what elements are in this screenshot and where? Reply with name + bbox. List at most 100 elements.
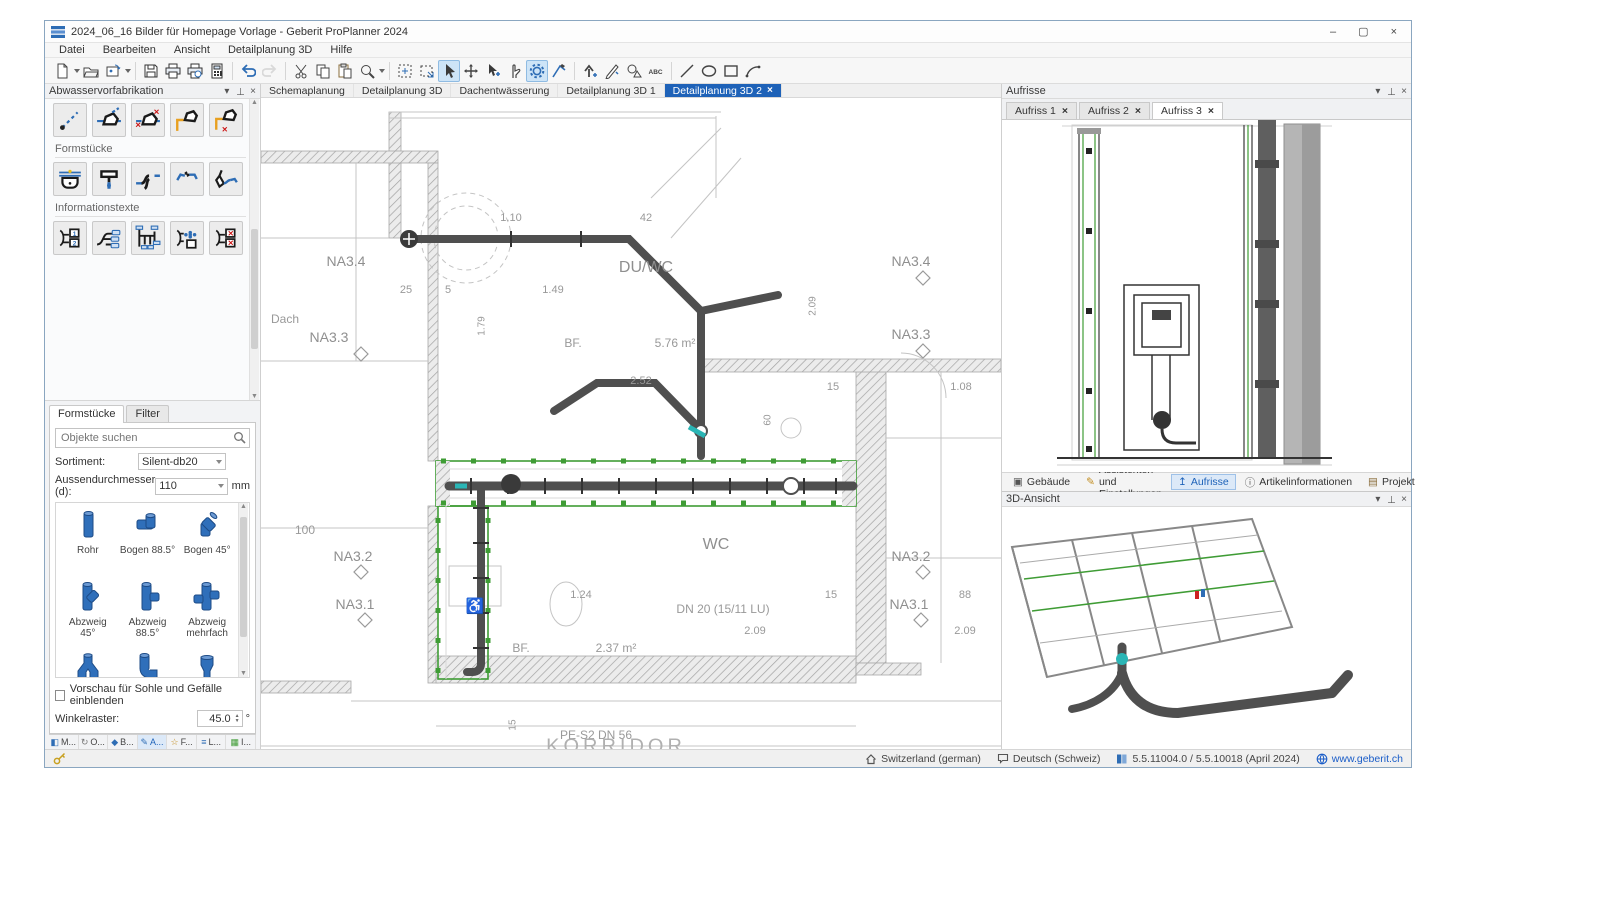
dock-tab-projekt[interactable]: ▤Projekt	[1361, 474, 1422, 490]
palette-tool-info-manifold[interactable]	[131, 221, 165, 255]
menu-item-detailplanung-3d[interactable]: Detailplanung 3D	[220, 44, 320, 56]
point-hand-button[interactable]	[504, 60, 526, 82]
pin-icon[interactable]: ⊣	[234, 87, 245, 96]
winkelraster-stepper[interactable]: 45.0 ▲▼	[197, 710, 243, 727]
save-button[interactable]	[140, 60, 162, 82]
print-preview-button[interactable]	[184, 60, 206, 82]
pin-icon[interactable]: ⊣	[1385, 495, 1396, 504]
aufriss-tab-aufriss-1[interactable]: Aufriss 1×	[1006, 102, 1077, 119]
search-input[interactable]	[55, 428, 250, 448]
panel-selector-tab-info-grid[interactable]: ▦I...	[226, 735, 256, 749]
panel-dropdown-icon[interactable]: ▾	[1375, 86, 1380, 97]
elevation-view[interactable]	[1002, 119, 1411, 472]
floor-plan[interactable]: 1.1042NA3.4DU/WCNA3.42551.491.79DachNA3.…	[261, 98, 1001, 749]
catalog-item-bogen-45-[interactable]: Bogen 45°	[177, 507, 237, 579]
panel-dropdown-icon[interactable]: ▾	[1375, 494, 1380, 505]
diameter-select[interactable]: 110	[155, 478, 227, 495]
copy-button[interactable]	[312, 60, 334, 82]
shapes-button[interactable]	[623, 60, 645, 82]
status-language[interactable]: Deutsch (Schweiz)	[997, 753, 1101, 765]
catalog-item-abzweig-88-5-[interactable]: Abzweig 88.5°	[118, 579, 178, 651]
open-folder-button[interactable]	[80, 60, 102, 82]
catalog-item-schachtbogenabzweig[interactable]: Schachtbogenabzweig	[118, 651, 178, 678]
text-abc-button[interactable]: ABC	[645, 60, 667, 82]
catalog-item-abzweig-mehrfach[interactable]: Abzweig mehrfach	[177, 579, 237, 651]
arrow-plus-button[interactable]	[579, 60, 601, 82]
palette-scrollbar[interactable]: ▲▼	[249, 99, 259, 400]
palette-tool-connector[interactable]	[170, 162, 204, 196]
preview-checkbox[interactable]	[55, 690, 65, 701]
panel-selector-tab-objects[interactable]: ↻O...	[79, 735, 109, 749]
palette-tool-info-removed[interactable]: ✕✕	[209, 221, 243, 255]
pin-icon[interactable]: ⊣	[1385, 87, 1396, 96]
zoom-button[interactable]	[356, 60, 378, 82]
draw-ellipse-button[interactable]	[698, 60, 720, 82]
spin-down-icon[interactable]: ▼	[235, 719, 240, 724]
catalog-item-abzweig-45-[interactable]: Abzweig 45°	[58, 579, 118, 651]
status-link[interactable]: www.geberit.ch	[1316, 753, 1403, 765]
print-button[interactable]	[162, 60, 184, 82]
palette-tool-fab-unit[interactable]	[92, 103, 126, 137]
cut-button[interactable]	[290, 60, 312, 82]
palette-tool-trap[interactable]	[53, 162, 87, 196]
panel-close-icon[interactable]: ×	[1401, 86, 1407, 97]
panel-selector-tab-layers[interactable]: ≡L...	[197, 735, 227, 749]
view3d-viewport[interactable]	[1002, 507, 1411, 749]
panel-close-icon[interactable]: ×	[250, 86, 256, 97]
canvas-tab-schemaplanung[interactable]: Schemaplanung	[261, 84, 354, 97]
aufriss-tab-aufriss-3[interactable]: Aufriss 3×	[1152, 102, 1223, 119]
new-document-button[interactable]	[51, 60, 73, 82]
chevron-down-icon[interactable]	[379, 69, 385, 73]
panel-selector-tab-model[interactable]: ◧M...	[49, 735, 79, 749]
catalog-item-bogen-88-5-[interactable]: Bogen 88.5°	[118, 507, 178, 579]
canvas-tab-dachentwässerung[interactable]: Dachentwässerung	[451, 84, 558, 97]
menu-item-ansicht[interactable]: Ansicht	[166, 44, 218, 56]
zoom-extents-button[interactable]	[394, 60, 416, 82]
redo-button[interactable]	[259, 60, 281, 82]
import-image-button[interactable]	[102, 60, 124, 82]
select-query-button[interactable]	[482, 60, 504, 82]
dock-tab-artikelinformationen[interactable]: ⓘArtikelinformationen	[1238, 473, 1359, 492]
palette-tool-fab-unit-x[interactable]: ✕✕	[131, 103, 165, 137]
select-cursor-button[interactable]	[438, 60, 460, 82]
catalog-scrollbar[interactable]: ▲▼	[238, 503, 248, 677]
close-tab-icon[interactable]: ×	[1062, 105, 1068, 117]
close-tab-icon[interactable]: ×	[1208, 105, 1214, 117]
canvas-tab-detailplanung-3d-2[interactable]: Detailplanung 3D 2×	[665, 84, 782, 97]
annotate-button[interactable]	[601, 60, 623, 82]
calculator-button[interactable]	[206, 60, 228, 82]
catalog-item-hosenabzweig[interactable]: Hosenabzweig	[58, 651, 118, 678]
palette-tool-route-dashed[interactable]	[53, 103, 87, 137]
palette-tool-fab-corner-x[interactable]: ✕	[209, 103, 243, 137]
aufriss-tab-aufriss-2[interactable]: Aufriss 2×	[1079, 102, 1150, 119]
canvas-tab-detailplanung-3d[interactable]: Detailplanung 3D	[354, 84, 452, 97]
draw-rectangle-button[interactable]	[720, 60, 742, 82]
close-button[interactable]: ×	[1391, 21, 1397, 43]
chevron-down-icon[interactable]	[125, 69, 131, 73]
sortiment-select[interactable]: Silent-db20	[138, 453, 226, 470]
dock-tab-geb-ude[interactable]: ▣Gebäude	[1006, 474, 1077, 490]
catalog-tab-formstücke[interactable]: Formstücke	[49, 405, 124, 423]
pan-move-button[interactable]	[460, 60, 482, 82]
sketch-button[interactable]	[548, 60, 570, 82]
menu-item-bearbeiten[interactable]: Bearbeiten	[95, 44, 164, 56]
panel-selector-tab-favorites[interactable]: ☆F...	[167, 735, 197, 749]
canvas-tab-detailplanung-3d-1[interactable]: Detailplanung 3D 1	[558, 84, 664, 97]
undo-button[interactable]	[237, 60, 259, 82]
catalog-item-reduktion[interactable]: Reduktion	[177, 651, 237, 678]
palette-tool-info-numbered[interactable]: 12	[53, 221, 87, 255]
menu-item-hilfe[interactable]: Hilfe	[322, 44, 360, 56]
paste-button[interactable]	[334, 60, 356, 82]
catalog-tab-filter[interactable]: Filter	[126, 405, 168, 423]
palette-tool-fab-corner[interactable]	[170, 103, 204, 137]
panel-close-icon[interactable]: ×	[1401, 494, 1407, 505]
dock-tab-aufrisse[interactable]: ↥Aufrisse	[1171, 474, 1236, 490]
close-tab-icon[interactable]: ×	[1135, 105, 1141, 117]
palette-tool-angle-connector[interactable]	[209, 162, 243, 196]
close-tab-icon[interactable]: ×	[767, 85, 773, 96]
menu-item-datei[interactable]: Datei	[51, 44, 93, 56]
palette-tool-info-tree[interactable]	[92, 221, 126, 255]
panel-dropdown-icon[interactable]: ▾	[224, 86, 229, 97]
palette-tool-tpiece[interactable]	[92, 162, 126, 196]
palette-tool-strap[interactable]	[131, 162, 165, 196]
